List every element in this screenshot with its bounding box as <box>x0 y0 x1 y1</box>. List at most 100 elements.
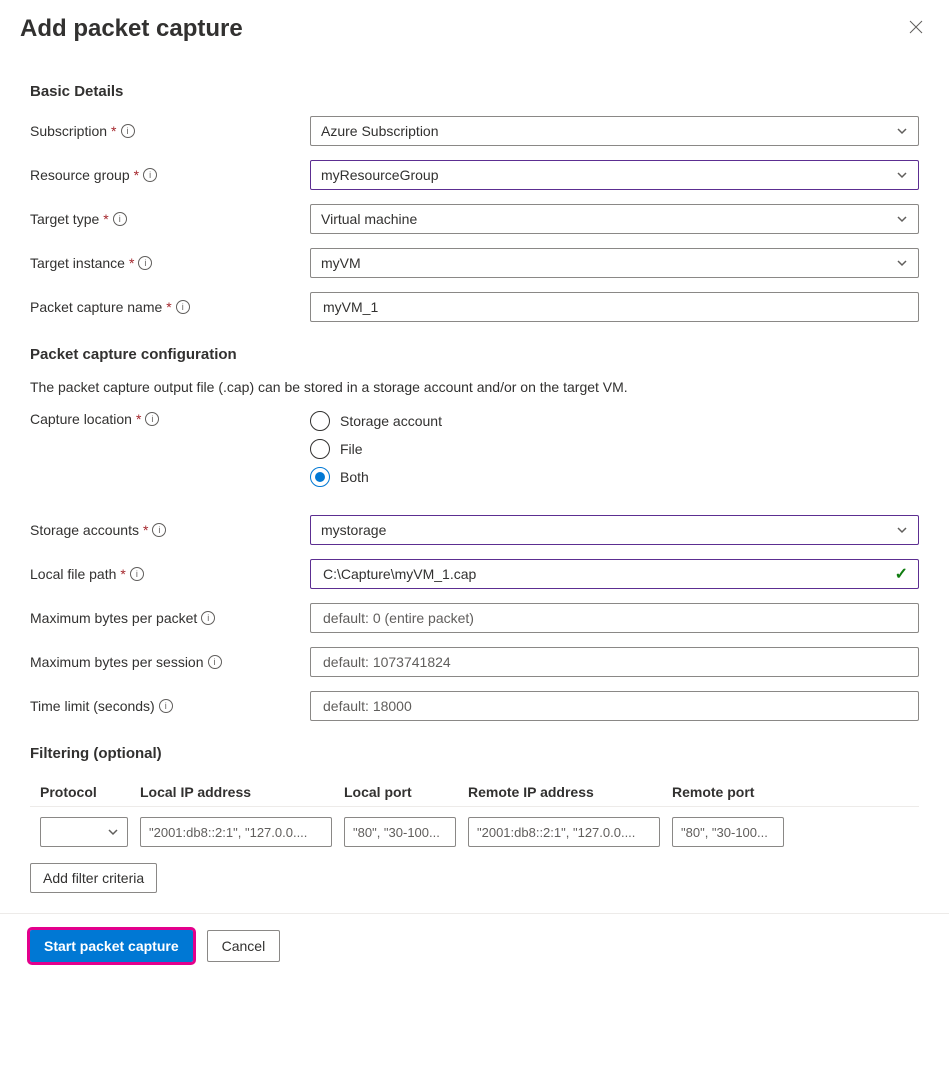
radio-icon <box>310 411 330 431</box>
panel-footer: Start packet capture Cancel <box>0 913 949 978</box>
info-icon[interactable]: i <box>159 699 173 713</box>
chevron-down-icon <box>107 826 119 838</box>
required-indicator: * <box>143 522 148 538</box>
col-remote-ip: Remote IP address <box>468 784 660 800</box>
section-basic-details: Basic Details <box>30 83 919 100</box>
info-icon[interactable]: i <box>176 300 190 314</box>
resource-group-label: Resource group <box>30 167 130 183</box>
col-local-ip: Local IP address <box>140 784 332 800</box>
required-indicator: * <box>166 299 171 315</box>
field-subscription: Subscription * i Azure Subscription <box>30 116 919 146</box>
max-bytes-session-label: Maximum bytes per session <box>30 654 204 670</box>
storage-accounts-select[interactable]: mystorage <box>310 515 919 545</box>
resource-group-value: myResourceGroup <box>321 167 439 183</box>
remote-port-input[interactable]: "80", "30-100... <box>672 817 784 847</box>
protocol-select[interactable] <box>40 817 128 847</box>
field-storage-accounts: Storage accounts * i mystorage <box>30 515 919 545</box>
max-bytes-session-input-wrapper <box>310 647 919 677</box>
chevron-down-icon <box>896 524 908 536</box>
storage-accounts-value: mystorage <box>321 522 386 538</box>
subscription-select[interactable]: Azure Subscription <box>310 116 919 146</box>
field-time-limit: Time limit (seconds) i <box>30 691 919 721</box>
info-icon[interactable]: i <box>143 168 157 182</box>
chevron-down-icon <box>896 125 908 137</box>
capture-location-label: Capture location <box>30 411 132 427</box>
time-limit-label: Time limit (seconds) <box>30 698 155 714</box>
info-icon[interactable]: i <box>121 124 135 138</box>
radio-label: Both <box>340 469 369 485</box>
field-target-instance: Target instance * i myVM <box>30 248 919 278</box>
required-indicator: * <box>129 255 134 271</box>
cancel-button[interactable]: Cancel <box>207 930 281 962</box>
config-helper-text: The packet capture output file (.cap) ca… <box>30 379 919 395</box>
max-bytes-session-input[interactable] <box>321 648 908 676</box>
radio-label: File <box>340 441 363 457</box>
filter-table: Protocol Local IP address Local port Rem… <box>30 778 919 847</box>
max-bytes-packet-input-wrapper <box>310 603 919 633</box>
target-instance-label: Target instance <box>30 255 125 271</box>
add-packet-capture-panel: Add packet capture Basic Details Subscri… <box>0 0 949 978</box>
subscription-label: Subscription <box>30 123 107 139</box>
info-icon[interactable]: i <box>130 567 144 581</box>
close-button[interactable] <box>903 14 929 43</box>
info-icon[interactable]: i <box>152 523 166 537</box>
radio-storage-account[interactable]: Storage account <box>310 411 919 431</box>
local-file-path-input[interactable] <box>321 560 889 588</box>
target-type-label: Target type <box>30 211 99 227</box>
chevron-down-icon <box>896 169 908 181</box>
required-indicator: * <box>120 566 125 582</box>
local-ip-placeholder: "2001:db8::2:1", "127.0.0.... <box>149 825 307 840</box>
resource-group-select[interactable]: myResourceGroup <box>310 160 919 190</box>
info-icon[interactable]: i <box>208 655 222 669</box>
info-icon[interactable]: i <box>138 256 152 270</box>
close-icon <box>909 20 923 34</box>
required-indicator: * <box>136 411 141 427</box>
max-bytes-packet-label: Maximum bytes per packet <box>30 610 197 626</box>
field-capture-location: Capture location * i Storage account Fil… <box>30 411 919 487</box>
remote-ip-input[interactable]: "2001:db8::2:1", "127.0.0.... <box>468 817 660 847</box>
local-port-placeholder: "80", "30-100... <box>353 825 440 840</box>
col-local-port: Local port <box>344 784 456 800</box>
pcap-name-input-wrapper <box>310 292 919 322</box>
pcap-name-label: Packet capture name <box>30 299 162 315</box>
remote-port-placeholder: "80", "30-100... <box>681 825 768 840</box>
col-remote-port: Remote port <box>672 784 784 800</box>
info-icon[interactable]: i <box>113 212 127 226</box>
field-resource-group: Resource group * i myResourceGroup <box>30 160 919 190</box>
local-ip-input[interactable]: "2001:db8::2:1", "127.0.0.... <box>140 817 332 847</box>
panel-content: Basic Details Subscription * i Azure Sub… <box>0 49 949 913</box>
target-type-select[interactable]: Virtual machine <box>310 204 919 234</box>
field-local-file-path: Local file path * i ✓ <box>30 559 919 589</box>
capture-location-radio-group: Storage account File Both <box>310 411 919 487</box>
panel-title: Add packet capture <box>20 15 243 43</box>
section-filtering: Filtering (optional) <box>30 745 919 762</box>
radio-icon <box>310 439 330 459</box>
chevron-down-icon <box>896 213 908 225</box>
section-capture-config: Packet capture configuration <box>30 346 919 363</box>
field-pcap-name: Packet capture name * i <box>30 292 919 322</box>
info-icon[interactable]: i <box>201 611 215 625</box>
add-filter-button[interactable]: Add filter criteria <box>30 863 157 893</box>
radio-icon-selected <box>310 467 330 487</box>
panel-header: Add packet capture <box>0 0 949 49</box>
time-limit-input[interactable] <box>321 692 908 720</box>
max-bytes-packet-input[interactable] <box>321 604 908 632</box>
filter-row: "2001:db8::2:1", "127.0.0.... "80", "30-… <box>30 817 919 847</box>
radio-both[interactable]: Both <box>310 467 919 487</box>
subscription-value: Azure Subscription <box>321 123 439 139</box>
radio-label: Storage account <box>340 413 442 429</box>
radio-file[interactable]: File <box>310 439 919 459</box>
target-instance-select[interactable]: myVM <box>310 248 919 278</box>
info-icon[interactable]: i <box>145 412 159 426</box>
required-indicator: * <box>103 211 108 227</box>
remote-ip-placeholder: "2001:db8::2:1", "127.0.0.... <box>477 825 635 840</box>
filter-header-row: Protocol Local IP address Local port Rem… <box>30 778 919 807</box>
start-capture-button[interactable]: Start packet capture <box>30 930 193 962</box>
pcap-name-input[interactable] <box>321 293 908 321</box>
local-port-input[interactable]: "80", "30-100... <box>344 817 456 847</box>
time-limit-input-wrapper <box>310 691 919 721</box>
col-protocol: Protocol <box>40 784 128 800</box>
target-type-value: Virtual machine <box>321 211 417 227</box>
storage-accounts-label: Storage accounts <box>30 522 139 538</box>
target-instance-value: myVM <box>321 255 361 271</box>
